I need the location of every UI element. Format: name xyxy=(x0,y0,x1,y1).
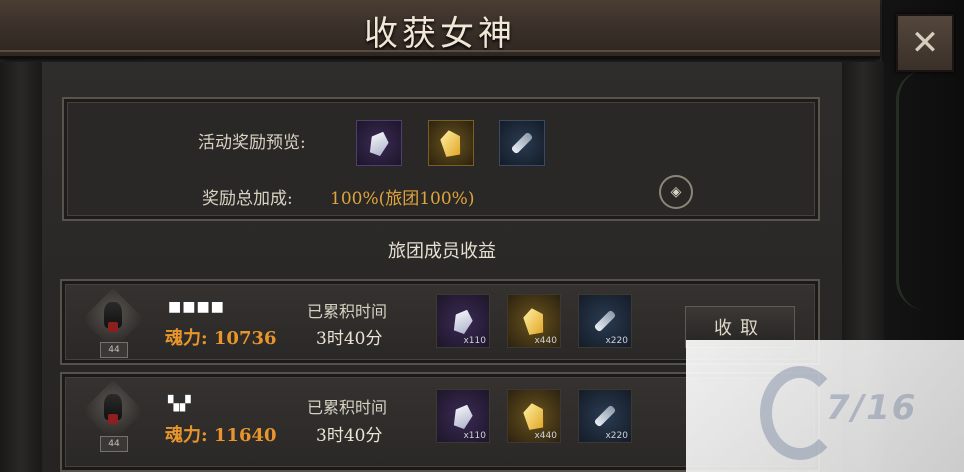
reward-qty: x220 xyxy=(605,431,628,441)
reward-preview-label: 活动奖励预览: xyxy=(198,133,306,153)
left-pillar xyxy=(0,62,42,472)
title-bar-edge xyxy=(0,50,880,52)
info-button[interactable]: ◈ xyxy=(659,175,693,209)
tool-icon xyxy=(593,309,617,333)
gold-crystal-icon xyxy=(439,128,463,157)
member-power: 魂力: 11640 xyxy=(165,425,277,446)
bonus-value: 100%(旅团100%) xyxy=(330,189,475,209)
reward-qty: x440 xyxy=(534,336,557,346)
white-crystal-icon xyxy=(366,129,391,158)
member-power: 魂力: 10736 xyxy=(165,328,277,349)
reward-slot[interactable]: x220 xyxy=(578,389,632,443)
avatar-portrait xyxy=(104,394,122,424)
level-badge: 44 xyxy=(100,436,128,452)
reward-qty: x440 xyxy=(534,431,557,441)
time-value: 3时40分 xyxy=(316,426,383,446)
reward-qty: x110 xyxy=(463,431,486,441)
page-title: 收获女神 xyxy=(364,14,516,54)
level-badge: 44 xyxy=(100,342,128,358)
preview-reward-slot-3[interactable] xyxy=(499,120,545,166)
info-icon: ◈ xyxy=(670,184,682,200)
vine-decoration xyxy=(896,70,959,310)
time-label: 已累积时间 xyxy=(307,398,388,417)
white-crystal-icon xyxy=(450,307,475,336)
time-label: 已累积时间 xyxy=(307,302,388,321)
watermark-text: 7/16 xyxy=(826,388,918,428)
tool-icon xyxy=(593,404,617,428)
time-value: 3时40分 xyxy=(316,329,383,349)
avatar-portrait xyxy=(104,302,122,332)
reward-slot[interactable]: x220 xyxy=(578,294,632,348)
reward-qty: x220 xyxy=(605,336,628,346)
title-bar: 收获女神 xyxy=(0,0,880,59)
preview-reward-slot-1[interactable] xyxy=(356,120,402,166)
bonus-label: 奖励总加成: xyxy=(202,189,293,209)
close-button[interactable]: ✕ xyxy=(896,14,954,72)
member-name: ■■■■ xyxy=(168,299,225,315)
white-crystal-icon xyxy=(450,402,475,431)
preview-reward-slot-2[interactable] xyxy=(428,120,474,166)
reward-slot[interactable]: x440 xyxy=(507,294,561,348)
section-title: 旅团成员收益 xyxy=(388,241,496,262)
reward-slot[interactable]: x440 xyxy=(507,389,561,443)
reward-qty: x110 xyxy=(463,336,486,346)
gold-crystal-icon xyxy=(522,401,546,430)
gold-crystal-icon xyxy=(522,306,546,335)
reward-slot[interactable]: x110 xyxy=(436,389,490,443)
tool-icon xyxy=(510,131,534,155)
watermark-logo: 7/16 xyxy=(686,340,964,472)
close-icon: ✕ xyxy=(910,23,940,63)
member-name: ▚▞ xyxy=(168,396,192,412)
reward-slot[interactable]: x110 xyxy=(436,294,490,348)
